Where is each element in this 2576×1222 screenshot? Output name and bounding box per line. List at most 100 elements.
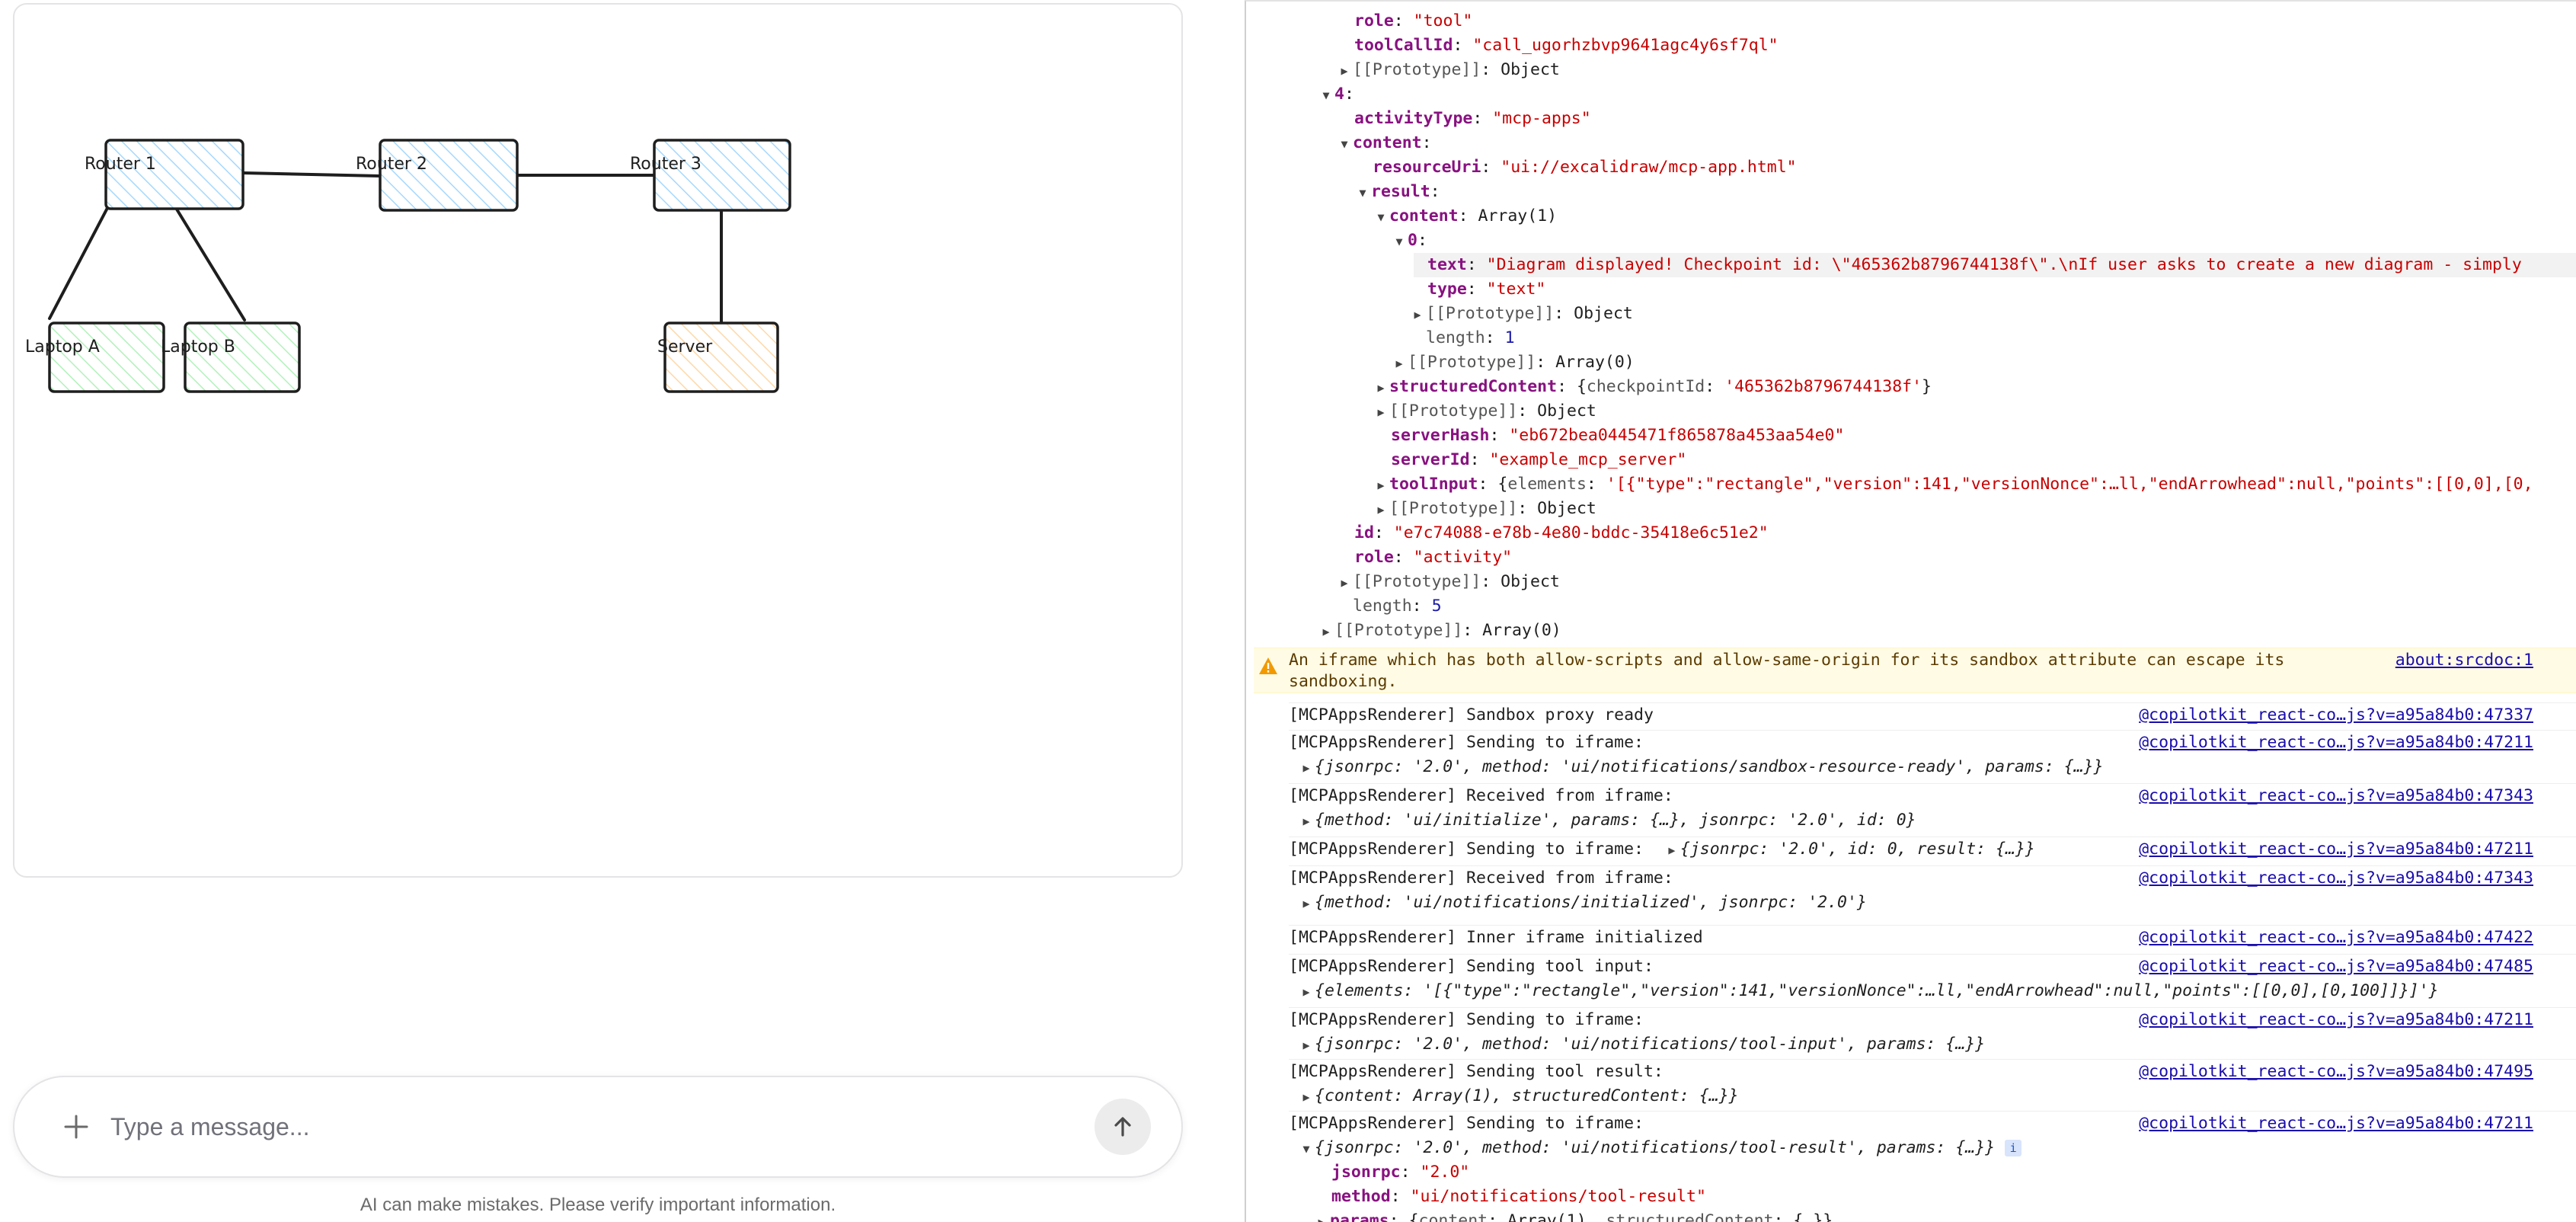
collapse-triangle-icon[interactable]: ▼ (1336, 132, 1353, 156)
send-button[interactable] (1095, 1099, 1151, 1155)
excalidraw-canvas[interactable]: Router 1 Router 2 Router 3 Laptop A Lapt… (13, 3, 1183, 878)
source-link[interactable]: @copilotkit_react-co…js?v=a95a84b0:47211 (2139, 731, 2533, 755)
log-message: [MCPAppsRenderer] Sandbox proxy ready (1289, 705, 1654, 725)
expand-triangle-icon[interactable]: ▶ (1298, 891, 1315, 916)
log-message: [MCPAppsRenderer] Received from iframe: (1289, 786, 1673, 805)
router-3-node[interactable]: Router 3 (630, 139, 791, 212)
log-object[interactable]: ▶ {content: Array(1), structuredContent: … (1298, 1084, 1738, 1109)
log-object[interactable]: ▶ {jsonrpc: '2.0', method: 'ui/notificati… (1298, 1032, 1985, 1057)
laptop-a-node[interactable]: Laptop A (25, 321, 165, 393)
tree-row: serverId: "example_mcp_server" (1391, 450, 1687, 469)
tree-row: role: "tool" (1354, 11, 1473, 30)
tree-row: role: "activity" (1354, 548, 1513, 567)
tree-row[interactable]: ▶ structuredContent: {checkpointId: '4653… (1373, 375, 1932, 399)
collapse-triangle-icon[interactable]: ▼ (1354, 181, 1371, 205)
expand-triangle-icon[interactable]: ▶ (1298, 756, 1315, 780)
log-entry: [MCPAppsRenderer] Sandbox proxy ready @c… (1289, 702, 2576, 728)
expand-triangle-icon[interactable]: ▶ (1409, 302, 1426, 327)
message-composer (13, 1076, 1183, 1178)
expand-triangle-icon[interactable]: ▶ (1298, 1085, 1315, 1109)
message-input[interactable] (110, 1103, 1063, 1150)
router-2-node[interactable]: Router 2 (356, 139, 519, 212)
expand-triangle-icon[interactable]: ▶ (1391, 351, 1408, 376)
tree-row[interactable]: ▶ [[Prototype]]: Array(0) (1391, 350, 1634, 376)
source-link[interactable]: @copilotkit_react-co…js?v=a95a84b0:47337 (2139, 703, 2533, 728)
server-node[interactable]: Server (657, 321, 779, 393)
tree-row[interactable]: ▶ params: {content: Array(1), structuredC… (1313, 1209, 1833, 1222)
tree-row[interactable]: ▶ [[Prototype]]: Object (1336, 58, 1559, 83)
tree-row[interactable]: ▼ result: (1354, 180, 1440, 204)
expand-triangle-icon[interactable]: ▶ (1336, 59, 1353, 83)
source-link[interactable]: @copilotkit_react-co…js?v=a95a84b0:47211 (2139, 1008, 2533, 1032)
source-link[interactable]: about:srcdoc:1 (2395, 650, 2533, 671)
log-message: [MCPAppsRenderer] Sending to iframe: (1289, 733, 1644, 752)
log-message: [MCPAppsRenderer] Received from iframe: (1289, 869, 1673, 888)
log-entry: [MCPAppsRenderer] Received from iframe: … (1289, 783, 2576, 835)
log-object[interactable]: ▶ {jsonrpc: '2.0', method: 'ui/notificati… (1298, 755, 2103, 780)
expand-triangle-icon[interactable]: ▶ (1373, 473, 1389, 497)
collapse-triangle-icon[interactable]: ▼ (1298, 1137, 1315, 1161)
log-message: [MCPAppsRenderer] Sending tool input: (1289, 957, 1654, 976)
log-entry: [MCPAppsRenderer] Inner iframe initializ… (1289, 925, 2576, 951)
log-entry: [MCPAppsRenderer] Sending to iframe: @co… (1289, 1111, 2576, 1222)
tree-row: length: 5 (1353, 597, 1442, 616)
tree-row: type: "text" (1427, 280, 1546, 299)
log-object[interactable]: ▶ {elements: '[{"type":"rectangle","versi… (1298, 979, 2438, 1004)
log-entry: [MCPAppsRenderer] Sending to iframe: @co… (1289, 730, 2576, 782)
expand-triangle-icon[interactable]: ▶ (1298, 1033, 1315, 1057)
source-link[interactable]: @copilotkit_react-co…js?v=a95a84b0:47343 (2139, 866, 2533, 891)
ai-disclaimer: AI can make mistakes. Please verify impo… (360, 1195, 836, 1215)
log-object[interactable]: ▶ {method: 'ui/initialize', params: {…}, … (1298, 808, 1916, 833)
warning-icon (1259, 657, 1277, 674)
log-entry: [MCPAppsRenderer] Sending to iframe: ▶ {j… (1289, 837, 2576, 864)
expand-triangle-icon[interactable]: ▶ (1318, 619, 1334, 644)
node-label: Router 2 (356, 155, 427, 174)
tree-row[interactable]: ▼ content: Array(1) (1373, 204, 1557, 229)
expand-triangle-icon[interactable]: ▶ (1373, 497, 1389, 522)
log-entry: [MCPAppsRenderer] Sending tool input: @c… (1289, 954, 2576, 1006)
expand-triangle-icon[interactable]: ▶ (1336, 571, 1353, 595)
attach-button[interactable] (51, 1102, 101, 1152)
tree-row[interactable]: ▼ 4: (1318, 82, 1354, 107)
source-link[interactable]: @copilotkit_react-co…js?v=a95a84b0:47485 (2139, 955, 2533, 979)
source-link[interactable]: @copilotkit_react-co…js?v=a95a84b0:47422 (2139, 926, 2533, 950)
source-link[interactable]: @copilotkit_react-co…js?v=a95a84b0:47211 (2139, 837, 2533, 862)
tree-row[interactable]: ▶ [[Prototype]]: Object (1336, 570, 1559, 595)
collapse-triangle-icon[interactable]: ▼ (1318, 83, 1334, 107)
tree-row: method: "ui/notifications/tool-result" (1331, 1187, 1706, 1206)
tree-row[interactable]: ▼ 0: (1391, 229, 1427, 253)
tree-row[interactable]: ▶ [[Prototype]]: Object (1409, 302, 1632, 327)
tree-row-highlighted: text: "Diagram displayed! Checkpoint id:… (1414, 253, 2576, 277)
collapse-triangle-icon[interactable]: ▼ (1373, 205, 1389, 229)
info-icon[interactable]: i (2005, 1140, 2022, 1156)
link-router1-laptopA[interactable] (48, 206, 109, 320)
source-link[interactable]: @copilotkit_react-co…js?v=a95a84b0:47211 (2139, 1112, 2533, 1136)
link-router1-laptopB[interactable] (174, 206, 246, 321)
log-entry: [MCPAppsRenderer] Sending to iframe: @co… (1289, 1007, 2576, 1059)
tree-row[interactable]: ▶ [[Prototype]]: Object (1373, 497, 1596, 521)
collapse-triangle-icon[interactable]: ▼ (1391, 229, 1408, 254)
devtools-console[interactable]: role: "tool" toolCallId: "call_ugorhzbvp… (1245, 0, 2576, 1222)
network-diagram: Router 1 Router 2 Router 3 Laptop A Lapt… (25, 139, 791, 393)
router-1-node[interactable]: Router 1 (85, 139, 244, 210)
expand-triangle-icon[interactable]: ▶ (1313, 1210, 1330, 1222)
expand-triangle-icon[interactable]: ▶ (1373, 376, 1389, 400)
chat-pane: Router 1 Router 2 Router 3 Laptop A Lapt… (0, 0, 1234, 1222)
tree-row[interactable]: ▶ toolInput: {elements: '[{"type":"rectan… (1373, 472, 2533, 497)
log-message: [MCPAppsRenderer] Sending to iframe: (1289, 1114, 1644, 1133)
tree-row[interactable]: ▼ content: (1336, 131, 1431, 156)
node-label: Laptop B (161, 337, 235, 357)
source-link[interactable]: @copilotkit_react-co…js?v=a95a84b0:47343 (2139, 784, 2533, 808)
expand-triangle-icon[interactable]: ▶ (1298, 809, 1315, 833)
tree-row[interactable]: ▶ [[Prototype]]: Object (1373, 399, 1596, 424)
expand-triangle-icon[interactable]: ▶ (1664, 838, 1680, 862)
source-link[interactable]: @copilotkit_react-co…js?v=a95a84b0:47495 (2139, 1060, 2533, 1084)
expand-triangle-icon[interactable]: ▶ (1298, 980, 1315, 1004)
log-object[interactable]: ▶ {method: 'ui/notifications/initialized'… (1298, 891, 1866, 916)
laptop-b-node[interactable]: Laptop B (161, 321, 301, 393)
plus-icon (64, 1115, 88, 1139)
log-object[interactable]: ▼ {jsonrpc: '2.0', method: 'ui/notificati… (1298, 1136, 2022, 1161)
expand-triangle-icon[interactable]: ▶ (1373, 400, 1389, 424)
tree-row[interactable]: ▶ [[Prototype]]: Array(0) (1318, 619, 1561, 643)
log-entry: [MCPAppsRenderer] Received from iframe: … (1289, 865, 2576, 917)
